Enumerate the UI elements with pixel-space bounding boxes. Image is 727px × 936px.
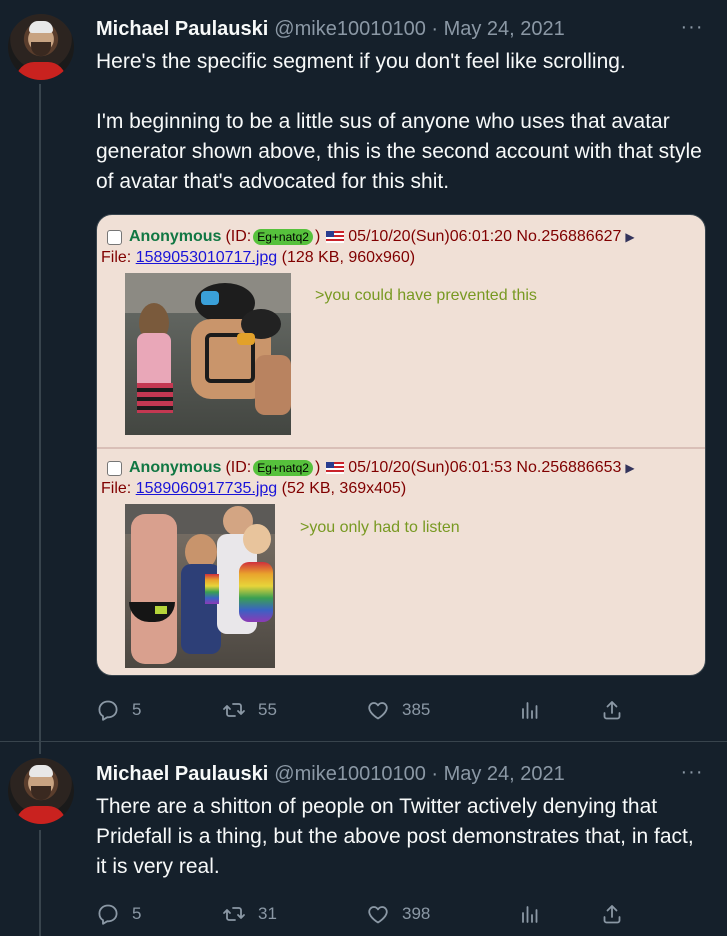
post-datetime: 05/10/20(Sun)06:01:20 No.256886627 <box>348 228 622 245</box>
file-info: (52 KB, 369x405) <box>281 480 407 497</box>
id-prefix: (ID: <box>225 459 252 476</box>
avatar-hair <box>29 21 53 33</box>
file-line: File: 1589053010717.jpg (128 KB, 960x960… <box>101 249 415 267</box>
share-icon <box>603 701 621 720</box>
tweet-text: There are a shitton of people on Twitter… <box>96 792 706 882</box>
like-icon <box>368 906 388 924</box>
poster-name: Anonymous <box>129 459 222 476</box>
views-icon <box>522 702 538 719</box>
id-suffix: ) <box>314 228 321 245</box>
share-button[interactable] <box>600 902 636 926</box>
file-prefix: File: <box>101 480 132 497</box>
reply-count: 5 <box>132 700 142 719</box>
like-button[interactable]: 385 <box>366 698 430 722</box>
author-handle-date[interactable]: @mike10010100 · May 24, 2021 <box>274 18 564 41</box>
tweet-text: Here's the specific segment if you don't… <box>96 47 706 197</box>
us-flag-icon <box>326 231 345 243</box>
reply-icon <box>98 700 118 721</box>
like-icon <box>368 702 388 720</box>
retweet-icon <box>223 703 245 717</box>
retweet-button[interactable]: 31 <box>222 902 277 926</box>
avatar[interactable] <box>8 14 74 80</box>
tweet-paragraph: I'm beginning to be a little sus of anyo… <box>96 110 702 193</box>
more-options-button[interactable]: ··· <box>679 16 705 38</box>
avatar-shirt <box>16 806 66 824</box>
file-prefix: File: <box>101 249 132 266</box>
tweet-paragraph: Here's the specific segment if you don't… <box>96 50 626 73</box>
file-link: 1589060917735.jpg <box>135 480 278 497</box>
retweet-count: 31 <box>258 904 277 923</box>
forum-post-1: Anonymous (ID: Eg+natq2 ) 05/10/20(Sun)0… <box>97 215 705 447</box>
views-button[interactable] <box>518 902 554 926</box>
tweet-actions: 5 31 398 <box>96 900 657 928</box>
retweet-button[interactable]: 55 <box>222 698 277 722</box>
reply-button[interactable]: 5 <box>96 698 141 722</box>
post-image-2 <box>125 504 275 668</box>
arrow-icon: ▶ <box>625 461 635 475</box>
author-name[interactable]: Michael Paulauski <box>96 763 268 786</box>
like-button[interactable]: 398 <box>366 902 430 926</box>
tweet-2[interactable]: Michael Paulauski @mike10010100 · May 24… <box>0 742 727 936</box>
checkbox <box>107 229 122 245</box>
views-button[interactable] <box>518 698 554 722</box>
greentext: >you could have prevented this <box>315 287 537 304</box>
post-image-1 <box>125 273 291 435</box>
reply-icon <box>98 904 118 925</box>
id-suffix: ) <box>314 459 321 476</box>
reply-button[interactable]: 5 <box>96 902 141 926</box>
poster-id-badge: Eg+natq2 <box>253 460 313 476</box>
tweet-actions: 5 55 385 <box>96 696 657 724</box>
author-name[interactable]: Michael Paulauski <box>96 18 268 41</box>
retweet-icon <box>223 907 245 921</box>
arrow-icon: ▶ <box>625 230 635 244</box>
post-header: Anonymous (ID: Eg+natq2 ) 05/10/20(Sun)0… <box>107 459 635 477</box>
quoted-screenshot[interactable]: Anonymous (ID: Eg+natq2 ) 05/10/20(Sun)0… <box>96 214 706 676</box>
avatar-beard <box>31 786 51 800</box>
author-handle-date[interactable]: @mike10010100 · May 24, 2021 <box>274 763 564 786</box>
greentext: >you only had to listen <box>300 519 460 536</box>
avatar-shirt <box>16 62 66 80</box>
tweet-header: Michael Paulauski @mike10010100 · May 24… <box>96 17 697 41</box>
poster-name: Anonymous <box>129 228 222 245</box>
avatar-beard <box>31 42 51 56</box>
us-flag-icon <box>326 462 345 474</box>
share-button[interactable] <box>600 698 636 722</box>
file-line: File: 1589060917735.jpg (52 KB, 369x405) <box>101 480 406 498</box>
reply-count: 5 <box>132 904 142 923</box>
tweet-paragraph: There are a shitton of people on Twitter… <box>96 795 694 878</box>
id-prefix: (ID: <box>225 228 252 245</box>
share-icon <box>603 905 621 924</box>
file-info: (128 KB, 960x960) <box>281 249 416 266</box>
views-icon <box>522 906 538 923</box>
more-options-button[interactable]: ··· <box>679 761 705 783</box>
checkbox <box>107 460 122 476</box>
avatar-hair <box>29 765 53 777</box>
post-header: Anonymous (ID: Eg+natq2 ) 05/10/20(Sun)0… <box>107 228 635 246</box>
post-datetime: 05/10/20(Sun)06:01:53 No.256886653 <box>348 459 622 476</box>
file-link: 1589053010717.jpg <box>135 249 278 266</box>
avatar[interactable] <box>8 758 74 824</box>
like-count: 398 <box>402 904 431 923</box>
retweet-count: 55 <box>258 700 277 719</box>
like-count: 385 <box>402 700 431 719</box>
tweet-1[interactable]: Michael Paulauski @mike10010100 · May 24… <box>0 0 727 741</box>
poster-id-badge: Eg+natq2 <box>253 229 313 245</box>
tweet-header: Michael Paulauski @mike10010100 · May 24… <box>96 762 697 786</box>
